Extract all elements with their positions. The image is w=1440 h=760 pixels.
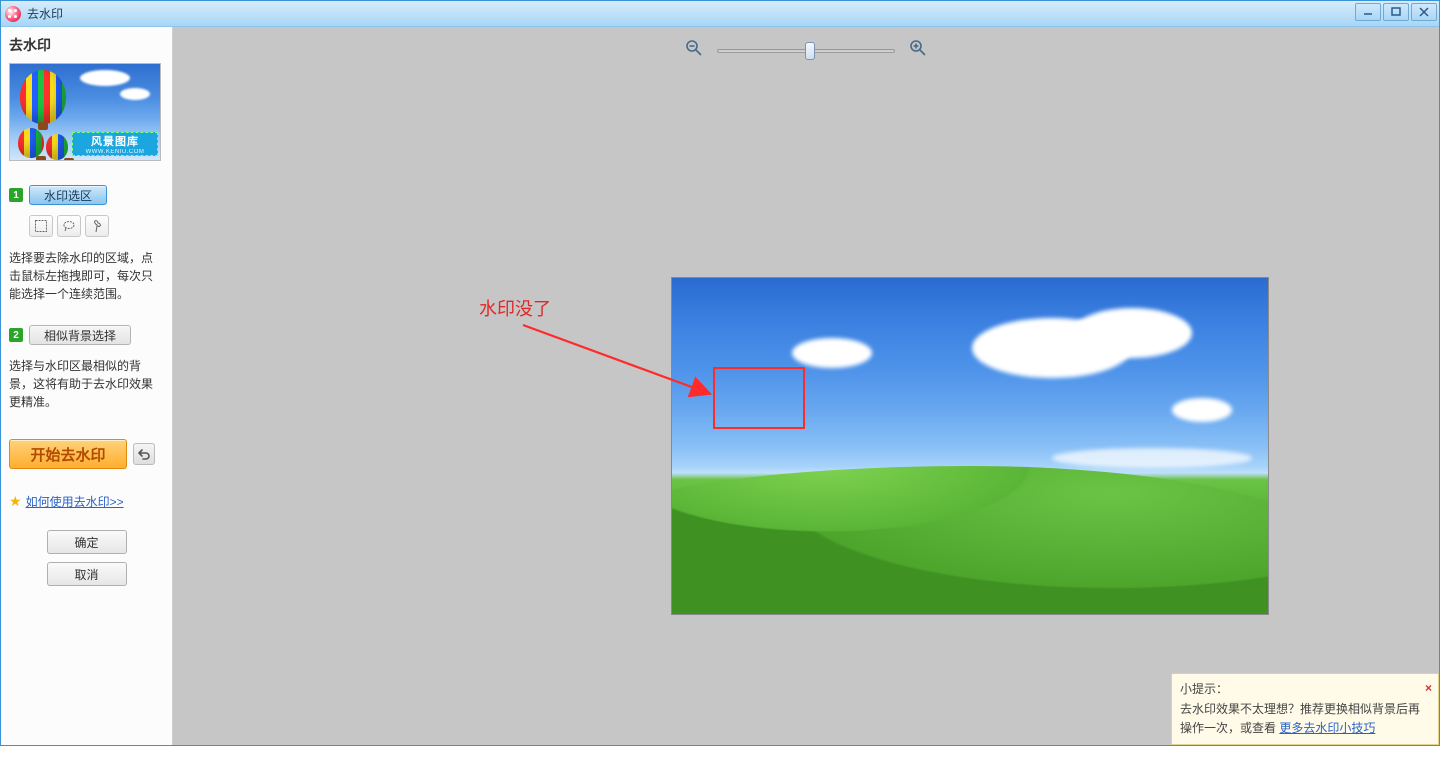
- window-controls: [1355, 3, 1437, 21]
- tip-panel: × 小提示： 去水印效果不太理想？推荐更换相似背景后再操作一次，或查看 更多去水…: [1171, 673, 1439, 745]
- main-image[interactable]: [671, 277, 1269, 615]
- watermark-url: WWW.KENIU.COM: [86, 149, 145, 155]
- app-icon: [5, 6, 21, 22]
- canvas-area[interactable]: 水印没了 × 小提示： 去水印效果不太理想？推荐更换相似背景后再操作一次，或查看…: [173, 27, 1439, 745]
- sidebar-heading: 去水印: [9, 35, 164, 55]
- titlebar[interactable]: 去水印: [1, 1, 1439, 27]
- zoom-out-icon[interactable]: [685, 39, 703, 62]
- rect-select-tool[interactable]: [29, 215, 53, 237]
- window-title: 去水印: [27, 5, 63, 22]
- start-row: 开始去水印: [9, 439, 164, 469]
- maximize-button[interactable]: [1383, 3, 1409, 21]
- step1-badge: 1: [9, 188, 23, 202]
- help-row: ★ 如何使用去水印>>: [9, 493, 164, 510]
- tip-title: 小提示：: [1180, 680, 1430, 699]
- balloon-icon: [18, 128, 44, 158]
- app-window: 去水印 去水印 风景图库 WWW.KEN: [0, 0, 1440, 746]
- watermark-text: 风景图库: [91, 133, 139, 149]
- tip-close-icon[interactable]: ×: [1425, 679, 1432, 698]
- close-button[interactable]: [1411, 3, 1437, 21]
- minimize-button[interactable]: [1355, 3, 1381, 21]
- zoom-bar: [685, 39, 927, 62]
- step2-badge: 2: [9, 328, 23, 342]
- watermark-selection-button[interactable]: 水印选区: [29, 185, 107, 205]
- star-icon: ★: [9, 493, 22, 510]
- annotation-label: 水印没了: [479, 295, 551, 321]
- step2-row: 2 相似背景选择: [9, 325, 164, 345]
- annotation-highlight-box: [713, 367, 805, 429]
- selection-tools: [29, 215, 164, 237]
- balloon-icon: [46, 134, 68, 160]
- step1-description: 选择要去除水印的区域，点击鼠标左拖拽即可，每次只能选择一个连续范围。: [9, 249, 164, 303]
- lasso-select-tool[interactable]: [57, 215, 81, 237]
- similar-bg-button[interactable]: 相似背景选择: [29, 325, 131, 345]
- step2-description: 选择与水印区最相似的背景，这将有助于去水印效果更精准。: [9, 357, 164, 411]
- balloon-icon: [20, 70, 66, 124]
- magic-select-tool[interactable]: [85, 215, 109, 237]
- body-row: 去水印 风景图库 WWW.KENIU.COM 1 水印选区: [1, 27, 1439, 745]
- slider-thumb[interactable]: [805, 42, 815, 60]
- tip-body: 去水印效果不太理想？推荐更换相似背景后再操作一次，或查看 更多去水印小技巧: [1180, 702, 1420, 735]
- step1-row: 1 水印选区: [9, 185, 164, 205]
- zoom-slider[interactable]: [717, 43, 895, 59]
- sidebar: 去水印 风景图库 WWW.KENIU.COM 1 水印选区: [1, 27, 173, 745]
- confirm-buttons: 确定 取消: [9, 530, 164, 586]
- ok-button[interactable]: 确定: [47, 530, 127, 554]
- start-remove-watermark-button[interactable]: 开始去水印: [9, 439, 127, 469]
- tip-link[interactable]: 更多去水印小技巧: [1279, 721, 1375, 735]
- undo-button[interactable]: [133, 443, 155, 465]
- cancel-button[interactable]: 取消: [47, 562, 127, 586]
- help-link[interactable]: 如何使用去水印>>: [26, 493, 124, 510]
- thumbnail-watermark: 风景图库 WWW.KENIU.COM: [72, 132, 158, 156]
- zoom-in-icon[interactable]: [909, 39, 927, 62]
- thumbnail-preview: 风景图库 WWW.KENIU.COM: [9, 63, 161, 161]
